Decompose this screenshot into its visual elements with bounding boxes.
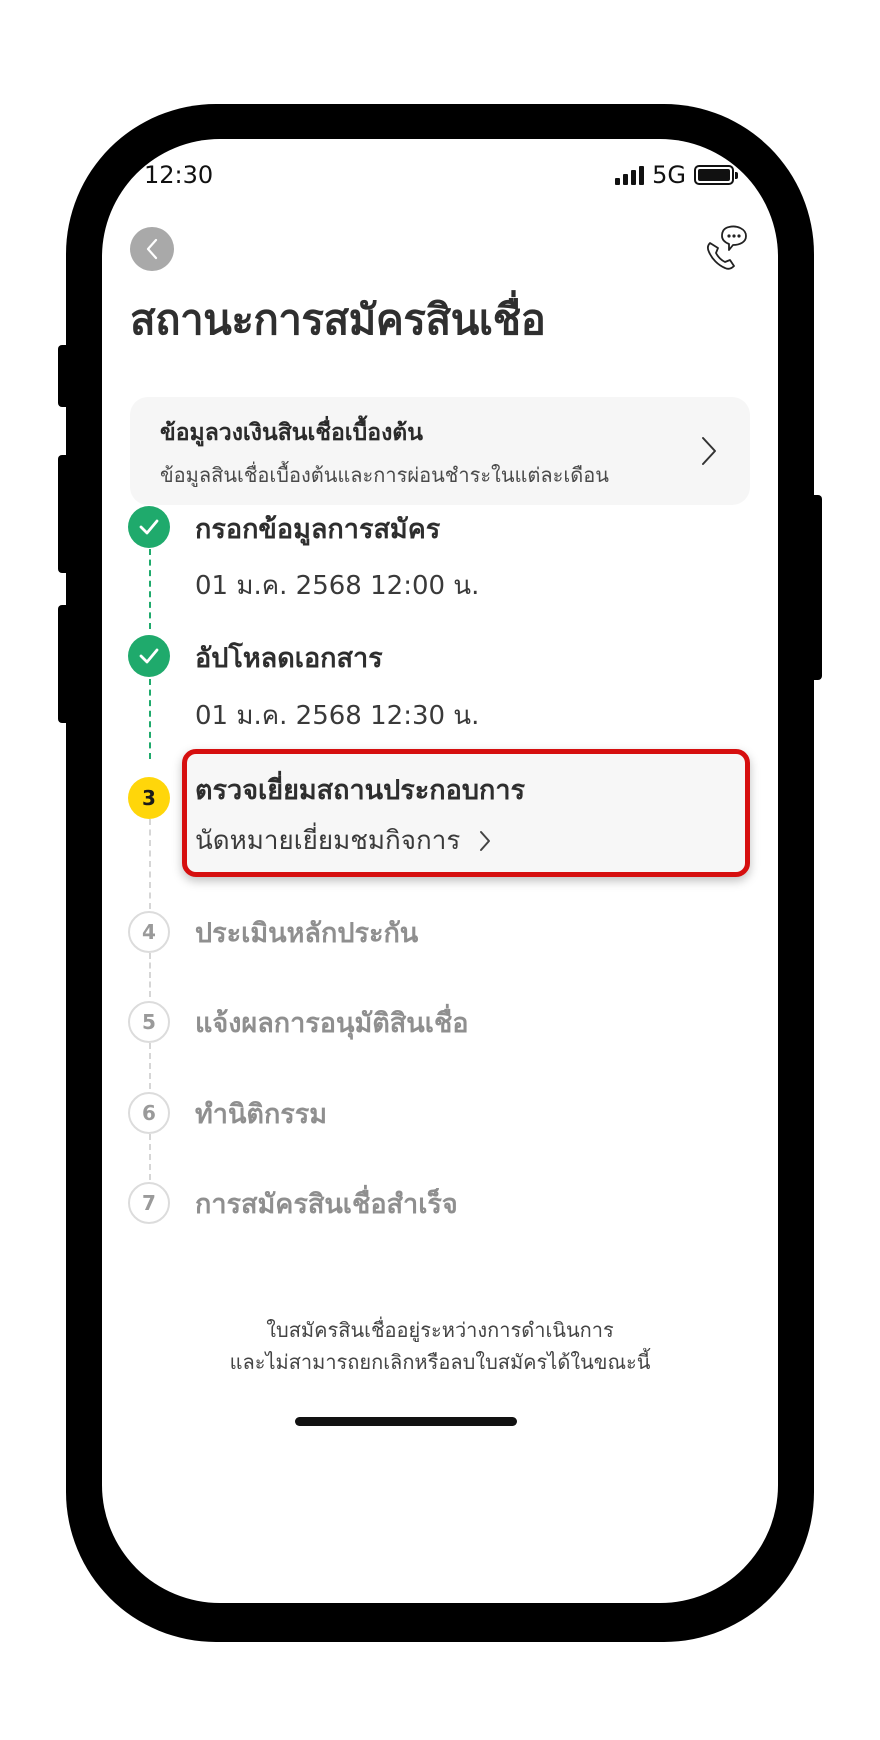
step-3-title: ตรวจเยี่ยมสถานประกอบการ [195, 775, 525, 806]
step-4-number: 4 [128, 911, 170, 953]
schedule-visit-label: นัดหมายเยี่ยมชมกิจการ [195, 826, 461, 856]
footer-line-1: ใบสมัครสินเชื่ออยู่ระหว่างการดำเนินการ [266, 1318, 614, 1342]
step-1-date: 01 ม.ค. 2568 12:00 น. [195, 571, 480, 601]
power-button [810, 495, 822, 680]
step-2-date: 01 ม.ค. 2568 12:30 น. [195, 701, 480, 731]
check-icon [139, 519, 159, 535]
volume-up-button [58, 455, 70, 573]
footer-note: ใบสมัครสินเชื่ออยู่ระหว่างการดำเนินการ แ… [102, 1314, 778, 1378]
step-1-status [128, 506, 170, 548]
step-6-number: 6 [128, 1092, 170, 1134]
mute-switch [58, 345, 70, 407]
current-step-card[interactable]: ตรวจเยี่ยมสถานประกอบการ นัดหมายเยี่ยมชมก… [182, 749, 750, 877]
footer-line-2: และไม่สามารถยกเลิกหรือลบใบสมัครได้ในขณะน… [229, 1350, 651, 1374]
application-steps: กรอกข้อมูลการสมัคร 01 ม.ค. 2568 12:00 น.… [102, 139, 778, 1603]
phone-screen: 12:30 5G สถานะการสมัครสินเชื่อ ข้อมูลวงเ… [102, 139, 778, 1603]
step-4-title: ประเมินหลักประกัน [195, 918, 419, 949]
step-5-title: แจ้งผลการอนุมัติสินเชื่อ [195, 1008, 469, 1039]
step-connector [149, 953, 151, 997]
step-5-number: 5 [128, 1001, 170, 1043]
step-connector [149, 1043, 151, 1089]
step-connector [149, 549, 151, 629]
home-indicator[interactable] [295, 1417, 517, 1426]
step-2-title: อัปโหลดเอกสาร [195, 643, 383, 674]
step-connector [149, 819, 151, 909]
step-7-title: การสมัครสินเชื่อสำเร็จ [195, 1189, 458, 1220]
chevron-right-icon [480, 830, 491, 851]
step-1-title: กรอกข้อมูลการสมัคร [195, 514, 441, 545]
volume-down-button [58, 605, 70, 723]
step-3-number: 3 [128, 777, 170, 819]
step-connector [149, 679, 151, 759]
check-icon [139, 648, 159, 664]
step-connector [149, 1134, 151, 1180]
step-7-number: 7 [128, 1182, 170, 1224]
schedule-visit-link[interactable]: นัดหมายเยี่ยมชมกิจการ [195, 820, 492, 861]
step-2-status [128, 635, 170, 677]
step-6-title: ทำนิติกรรม [195, 1099, 328, 1130]
